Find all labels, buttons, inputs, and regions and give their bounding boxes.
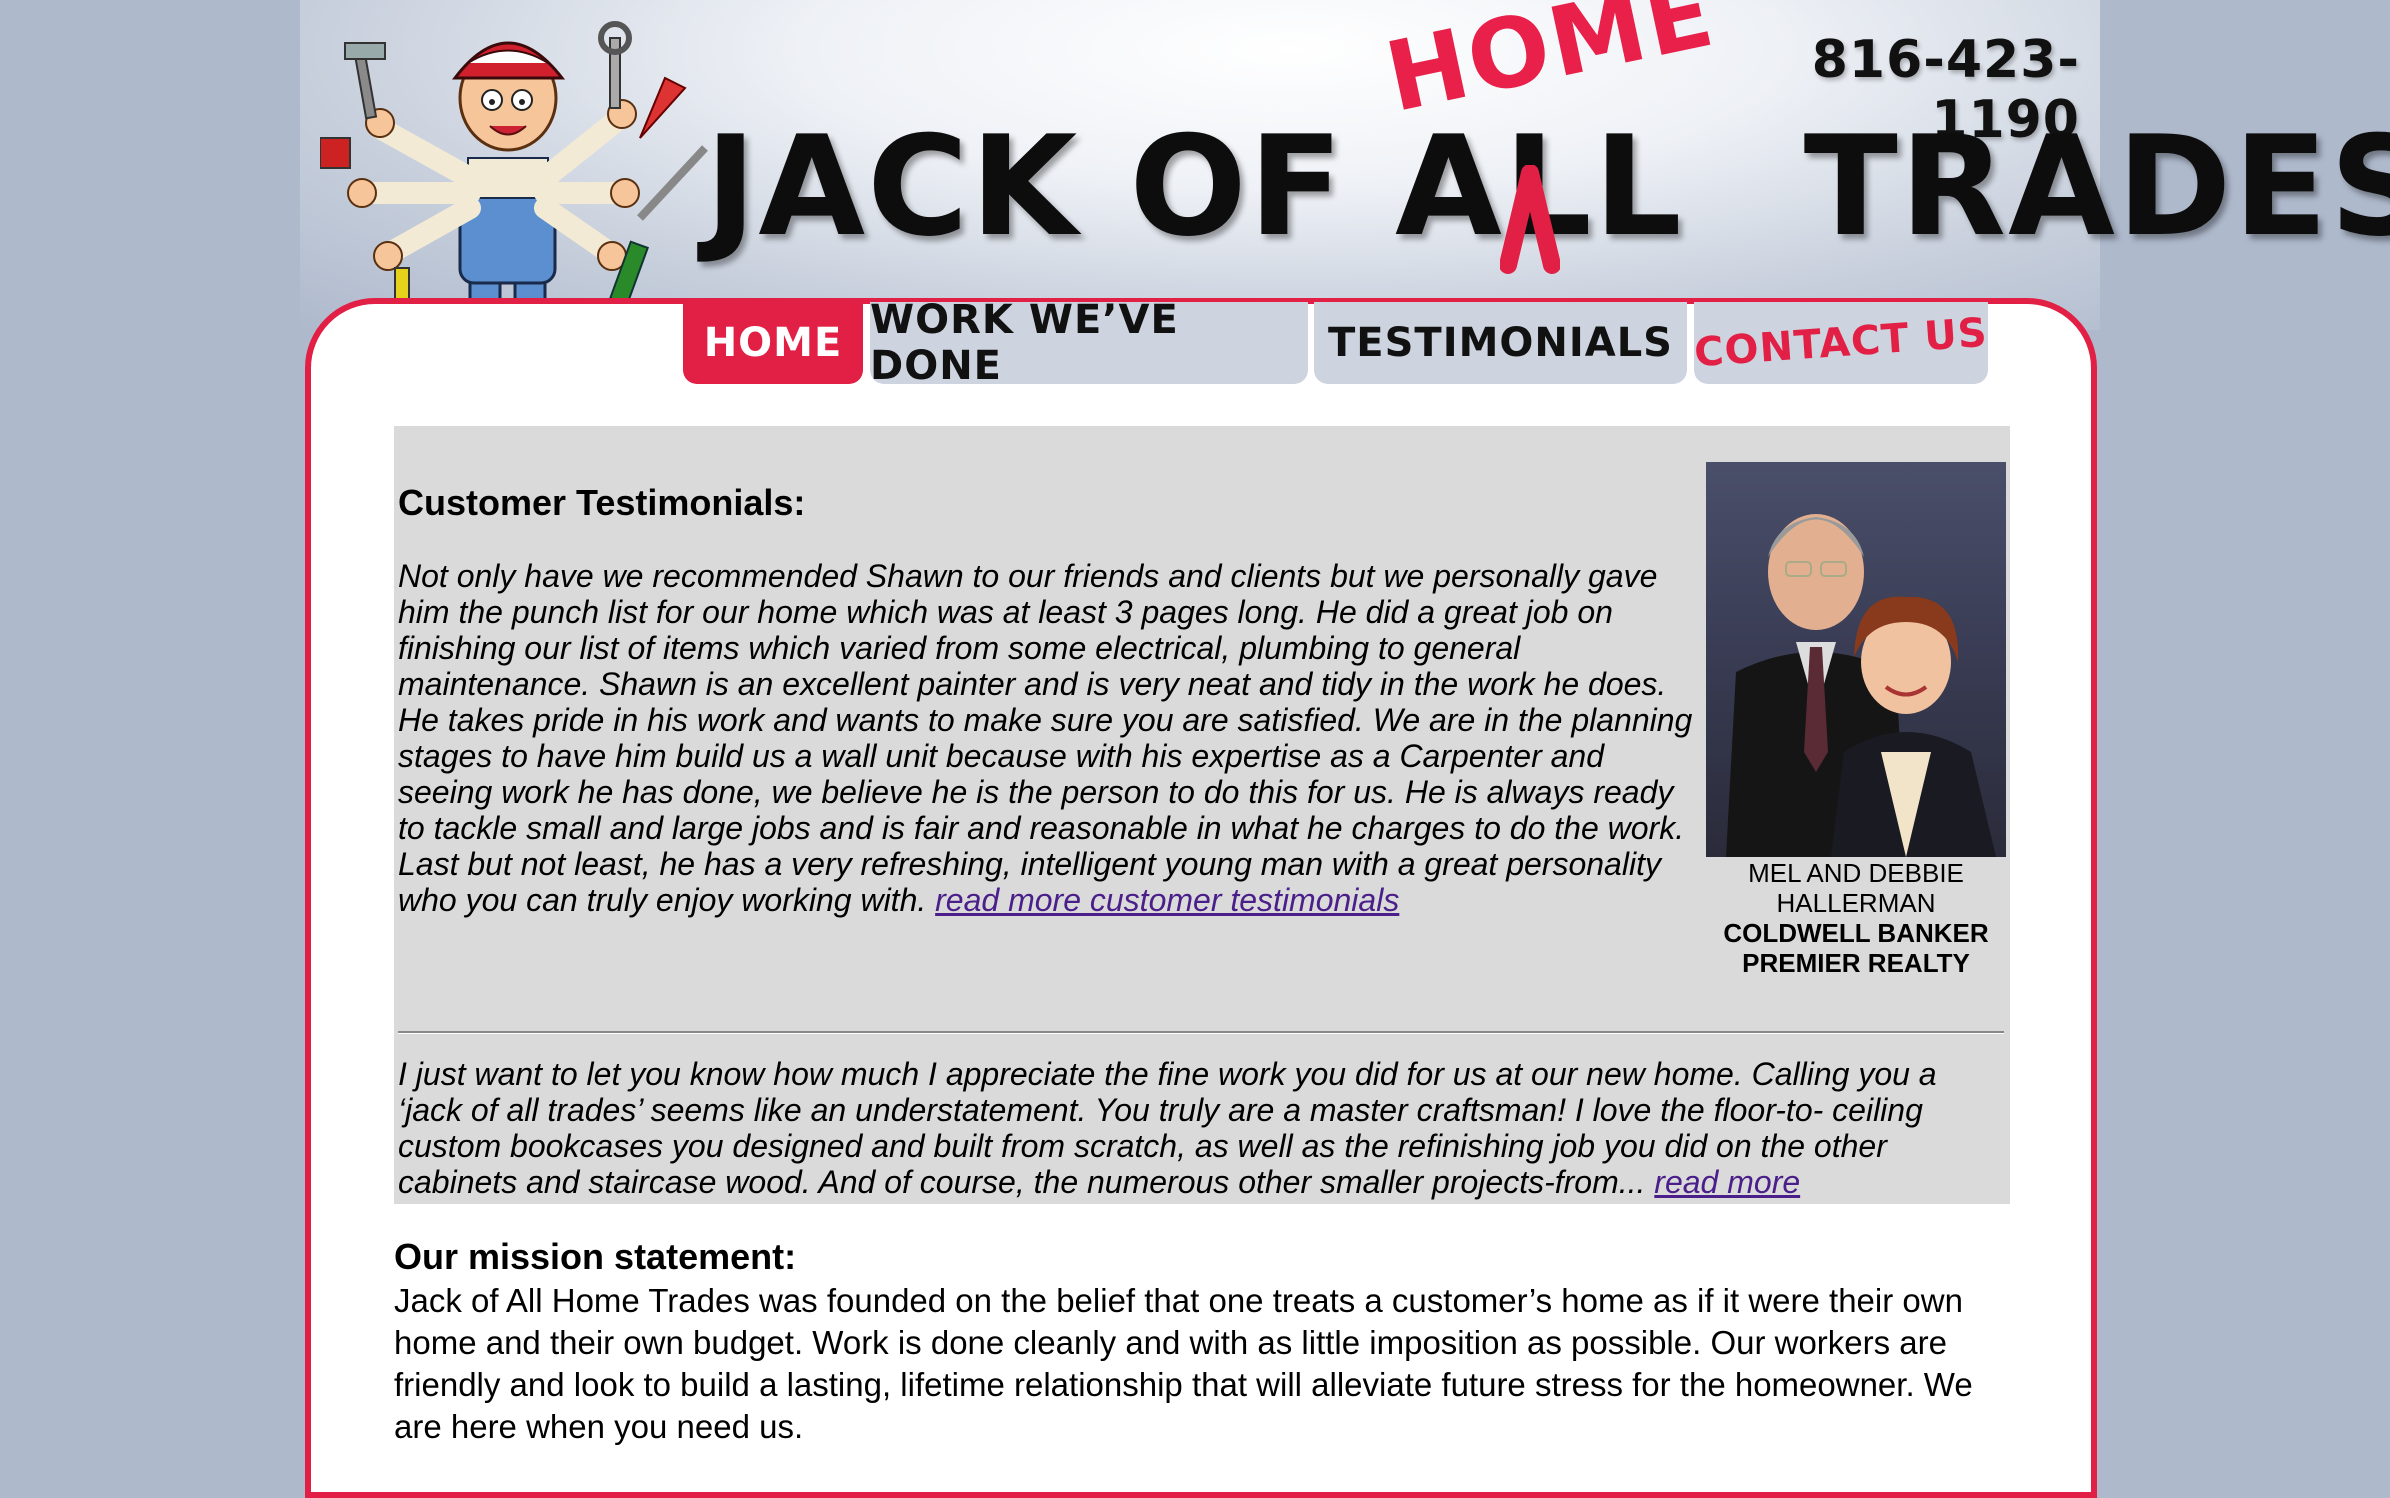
read-more-link[interactable]: read more	[1654, 1164, 1800, 1200]
tab-home[interactable]: HOME	[683, 302, 863, 384]
tab-work-weve-done[interactable]: WORK WE’VE DONE	[870, 297, 1308, 389]
tab-testimonials-label: TESTIMONIALS	[1327, 320, 1673, 366]
tab-contact-us[interactable]: CONTACT US	[1692, 302, 1990, 384]
testimonial-quote-1-text: Not only have we recommended Shawn to ou…	[398, 558, 1693, 918]
logo-title: JACK OF ALL TRADES	[705, 118, 2390, 256]
testimonials-title: Customer Testimonials:	[398, 482, 806, 523]
testimonial-quote-2: I just want to let you know how much I a…	[398, 1056, 1998, 1200]
testimonial-quote-1: Not only have we recommended Shawn to ou…	[398, 558, 1698, 918]
photo-caption: MEL AND DEBBIE HALLERMAN COLDWELL BANKER…	[1706, 858, 2006, 978]
tab-testimonials[interactable]: TESTIMONIALS	[1314, 302, 1687, 384]
read-more-testimonials-link[interactable]: read more customer testimonials	[935, 882, 1399, 918]
caret-icon	[1500, 165, 1560, 274]
testimonial-divider	[398, 1031, 2004, 1033]
caption-names: MEL AND DEBBIE HALLERMAN	[1748, 858, 1964, 918]
testimonial-photo	[1706, 462, 2006, 857]
mission-text: Jack of All Home Trades was founded on t…	[394, 1282, 1973, 1445]
couple-portrait-image	[1726, 514, 1996, 857]
mission-title: Our mission statement:	[394, 1236, 797, 1277]
tab-contact-label: CONTACT US	[1692, 309, 1990, 377]
caption-company: COLDWELL BANKER PREMIER REALTY	[1723, 918, 1989, 978]
tab-work-label: WORK WE’VE DONE	[870, 297, 1179, 389]
logo-title-trades: TRADES	[1803, 106, 2390, 267]
tab-home-label: HOME	[703, 320, 843, 366]
